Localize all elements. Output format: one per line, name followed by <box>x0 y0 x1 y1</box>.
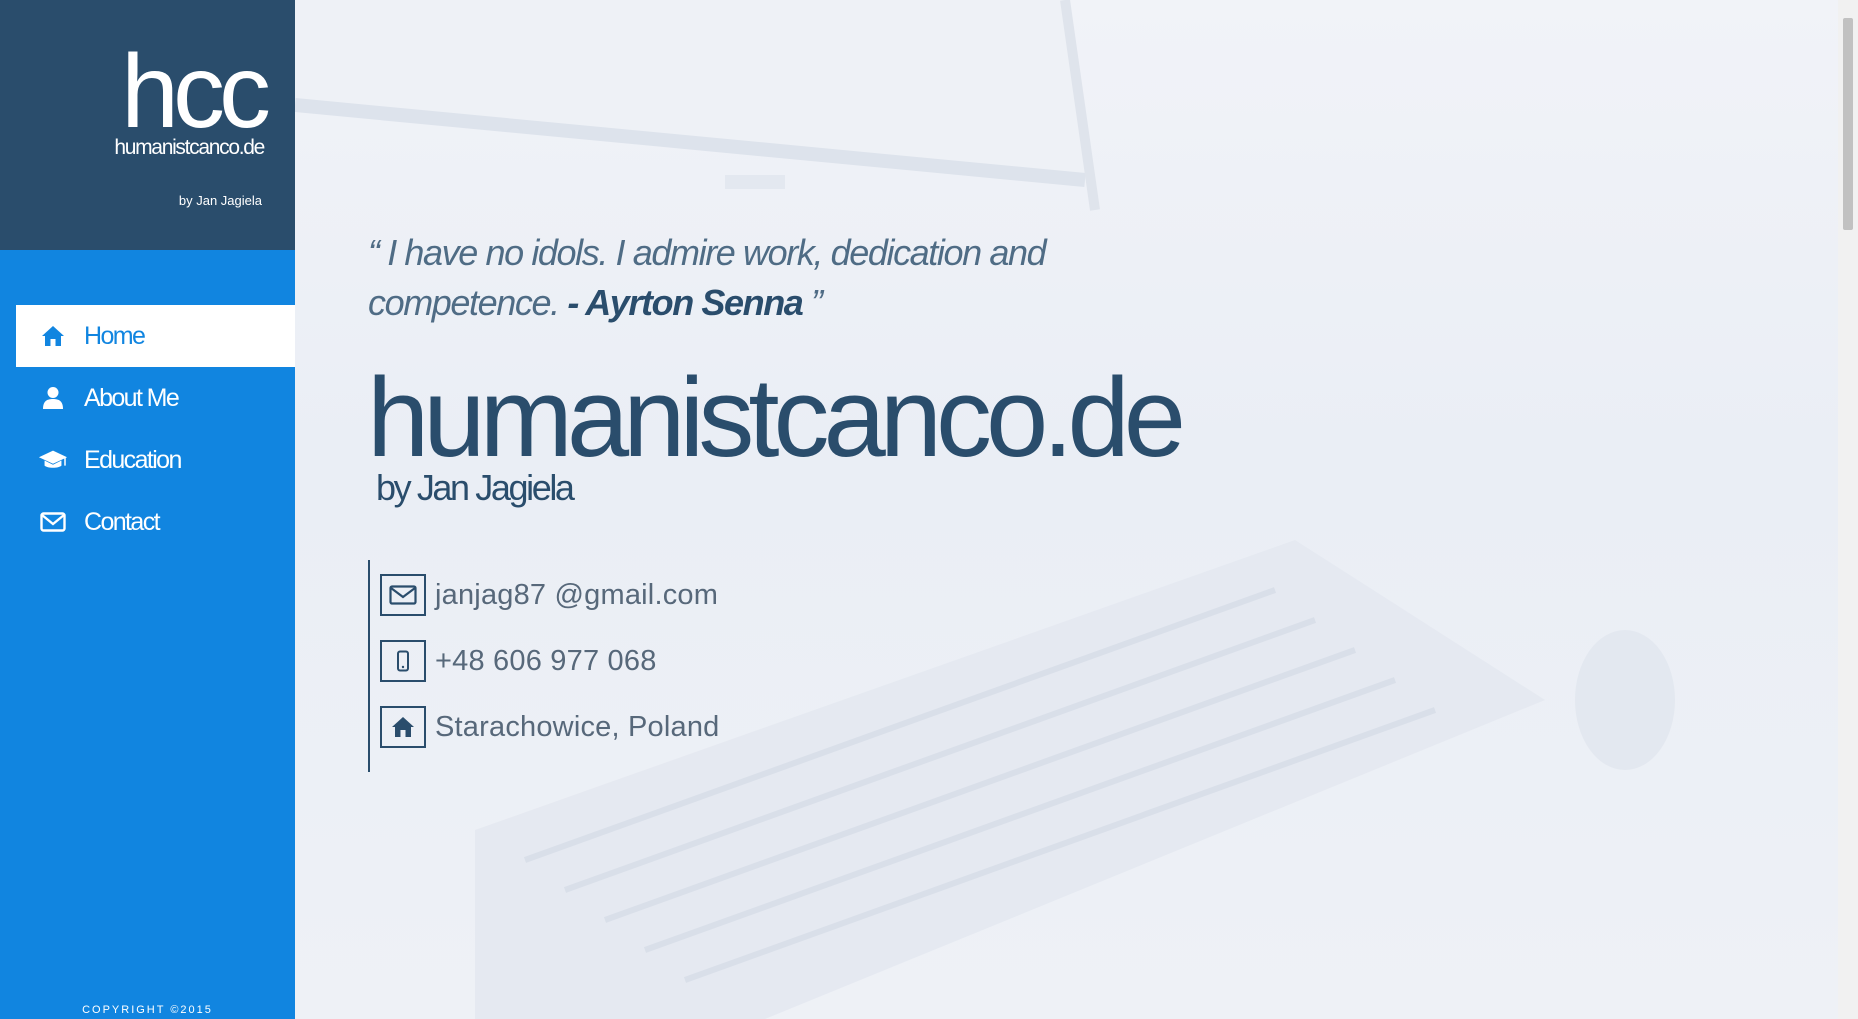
nav-item-about-me[interactable]: About Me <box>16 367 295 429</box>
main-nav: Home About Me Education Contact <box>0 305 295 553</box>
vertical-scrollbar[interactable] <box>1838 0 1858 1019</box>
home-icon <box>38 321 68 351</box>
contact-phone[interactable]: +48 606 977 068 <box>435 645 657 678</box>
hero-subtitle: by Jan Jagiela <box>376 467 575 508</box>
quote-close-mark: ” <box>811 282 823 323</box>
contact-list: janjag87 @gmail.com +48 606 977 068 Star… <box>368 560 720 772</box>
home-icon <box>380 706 426 748</box>
nav-item-label: Home <box>84 321 146 350</box>
quote-open-mark: “ <box>368 232 380 273</box>
brand-byline: by Jan Jagiela <box>178 193 262 208</box>
quote: “ I have no idols. I admire work, dedica… <box>368 228 1068 328</box>
scrollbar-thumb[interactable] <box>1843 18 1853 230</box>
brand-header[interactable]: hcc humanistcanco.de by Jan Jagiela <box>0 0 295 250</box>
contact-email[interactable]: janjag87 @gmail.com <box>435 579 718 612</box>
nav-item-label: Contact <box>84 507 161 536</box>
nav-item-label: Education <box>84 445 182 474</box>
contact-location: Starachowice, Poland <box>435 710 720 743</box>
contact-row-location: Starachowice, Poland <box>380 694 720 760</box>
envelope-icon <box>380 574 426 616</box>
copyright: COPYRIGHT ©2015 <box>82 1004 213 1016</box>
graduation-cap-icon <box>38 445 68 475</box>
user-icon <box>38 383 68 413</box>
brand-logo: hcc <box>121 34 271 150</box>
brand-domain: humanistcanco.de <box>114 136 265 159</box>
nav-item-home[interactable]: Home <box>16 305 295 367</box>
background-desk-image <box>295 0 1675 1019</box>
nav-item-contact[interactable]: Contact <box>16 491 295 553</box>
sidebar: hcc humanistcanco.de by Jan Jagiela Home… <box>0 0 295 1019</box>
contact-row-phone: +48 606 977 068 <box>380 628 720 694</box>
envelope-icon <box>38 507 68 537</box>
nav-item-label: About Me <box>84 383 180 412</box>
nav-item-education[interactable]: Education <box>16 429 295 491</box>
mobile-phone-icon <box>380 640 426 682</box>
quote-author: - Ayrton Senna <box>567 282 803 323</box>
contact-row-email: janjag87 @gmail.com <box>380 562 720 628</box>
hero-title: humanistcanco.de <box>367 355 1186 480</box>
main-content: “ I have no idols. I admire work, dedica… <box>295 0 1838 1019</box>
